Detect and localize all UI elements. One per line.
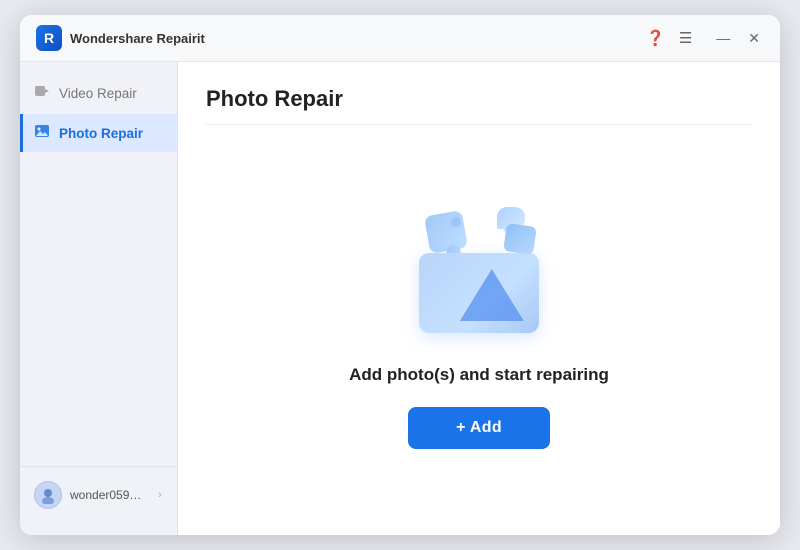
user-info[interactable]: wonder059@16... › xyxy=(30,475,167,515)
sidebar: Video Repair Photo Repair xyxy=(20,62,178,535)
photo-repair-icon xyxy=(34,123,50,143)
content-area: Video Repair Photo Repair xyxy=(20,62,780,535)
add-button[interactable]: + Add xyxy=(408,407,550,449)
main-panel: Photo Repair Add photo(s) and start repa… xyxy=(178,62,780,535)
win-controls: — ✕ xyxy=(712,28,764,49)
titlebar-left: R Wondershare Repairit xyxy=(36,25,205,51)
minimize-button[interactable]: — xyxy=(712,28,734,49)
video-repair-icon xyxy=(34,83,50,103)
illus-triangle xyxy=(460,269,524,321)
sidebar-items: Video Repair Photo Repair xyxy=(20,74,177,152)
app-logo: R xyxy=(36,25,62,51)
app-window: R Wondershare Repairit ❓ ☰ — ✕ xyxy=(20,15,780,535)
sidebar-item-photo-repair[interactable]: Photo Repair xyxy=(20,114,177,152)
user-avatar xyxy=(34,481,62,509)
illus-dot xyxy=(451,217,461,227)
logo-letter: R xyxy=(44,30,54,46)
titlebar-right: ❓ ☰ — ✕ xyxy=(646,28,764,49)
close-button[interactable]: ✕ xyxy=(744,28,764,49)
app-title: Wondershare Repairit xyxy=(70,31,205,46)
user-chevron-icon: › xyxy=(158,489,162,501)
main-body: Add photo(s) and start repairing + Add xyxy=(206,141,752,511)
sidebar-bottom: wonder059@16... › xyxy=(20,466,177,523)
titlebar: R Wondershare Repairit ❓ ☰ — ✕ xyxy=(20,15,780,62)
sidebar-item-video-repair-label: Video Repair xyxy=(59,86,137,101)
menu-icon[interactable]: ☰ xyxy=(679,29,692,47)
illus-puzzle-piece-2 xyxy=(503,223,537,255)
illus-puzzle-piece-1 xyxy=(424,210,468,254)
sidebar-item-photo-repair-label: Photo Repair xyxy=(59,126,143,141)
page-title: Photo Repair xyxy=(206,86,752,125)
add-photo-text: Add photo(s) and start repairing xyxy=(349,365,609,385)
user-name: wonder059@16... xyxy=(70,488,150,502)
sidebar-item-video-repair[interactable]: Video Repair xyxy=(20,74,177,112)
help-icon[interactable]: ❓ xyxy=(646,29,665,47)
photo-repair-illustration xyxy=(399,203,559,343)
